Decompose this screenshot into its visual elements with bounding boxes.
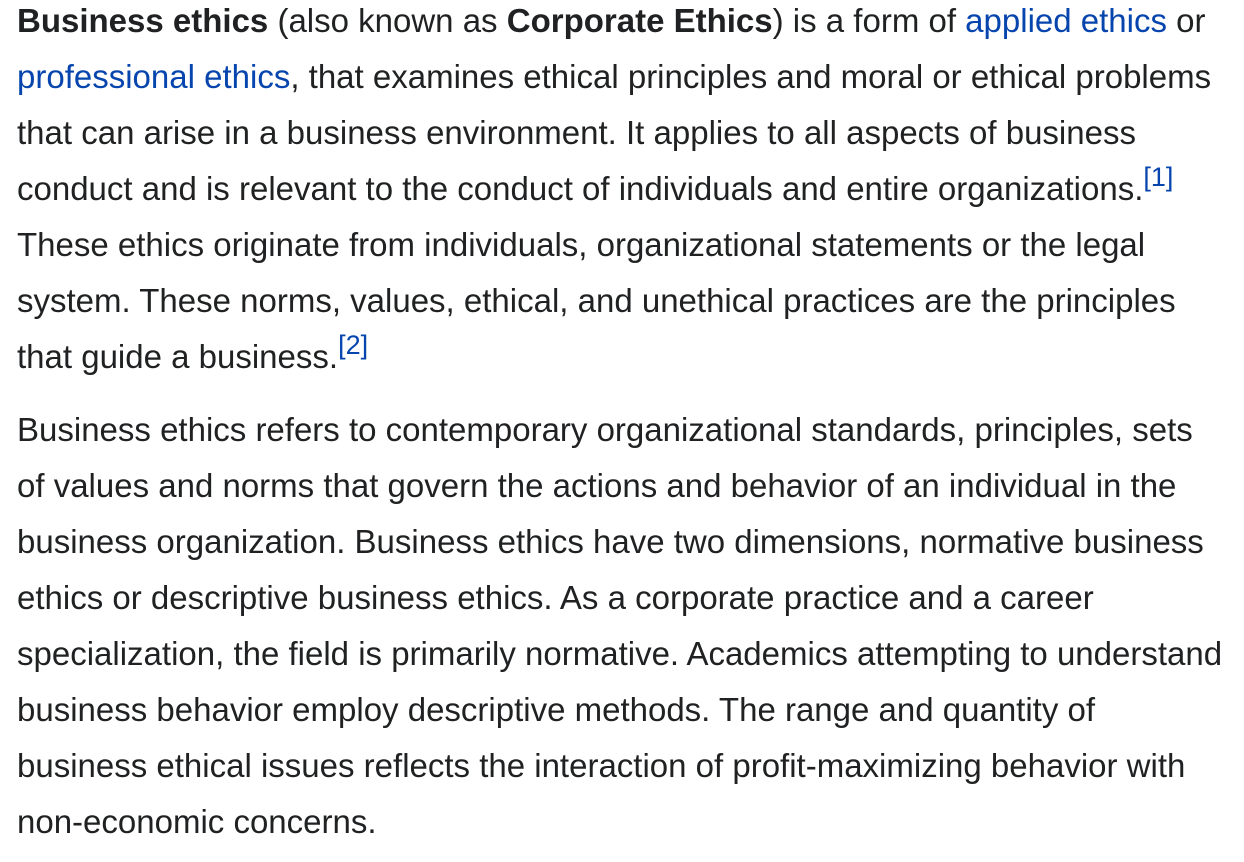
reference-1: [1]	[1143, 162, 1173, 192]
intro-paragraph: Business ethics (also known as Corporate…	[17, 0, 1229, 385]
aka-open-text: (also known as	[268, 2, 507, 39]
or-text: or	[1166, 2, 1206, 39]
reference-2: [2]	[338, 330, 368, 360]
second-paragraph: Business ethics refers to contemporary o…	[17, 411, 1223, 840]
intro-text-b: These ethics originate from individuals,…	[17, 226, 1176, 375]
term-business-ethics: Business ethics	[17, 2, 269, 39]
link-professional-ethics[interactable]: professional ethics	[17, 58, 290, 95]
term-corporate-ethics: Corporate Ethics	[506, 2, 773, 39]
link-applied-ethics[interactable]: applied ethics	[965, 2, 1167, 39]
reference-2-link[interactable]: [2]	[338, 330, 368, 360]
article-body: Business ethics (also known as Corporate…	[17, 0, 1229, 850]
aka-close-text: ) is a form of	[772, 2, 966, 39]
reference-1-link[interactable]: [1]	[1143, 162, 1173, 192]
